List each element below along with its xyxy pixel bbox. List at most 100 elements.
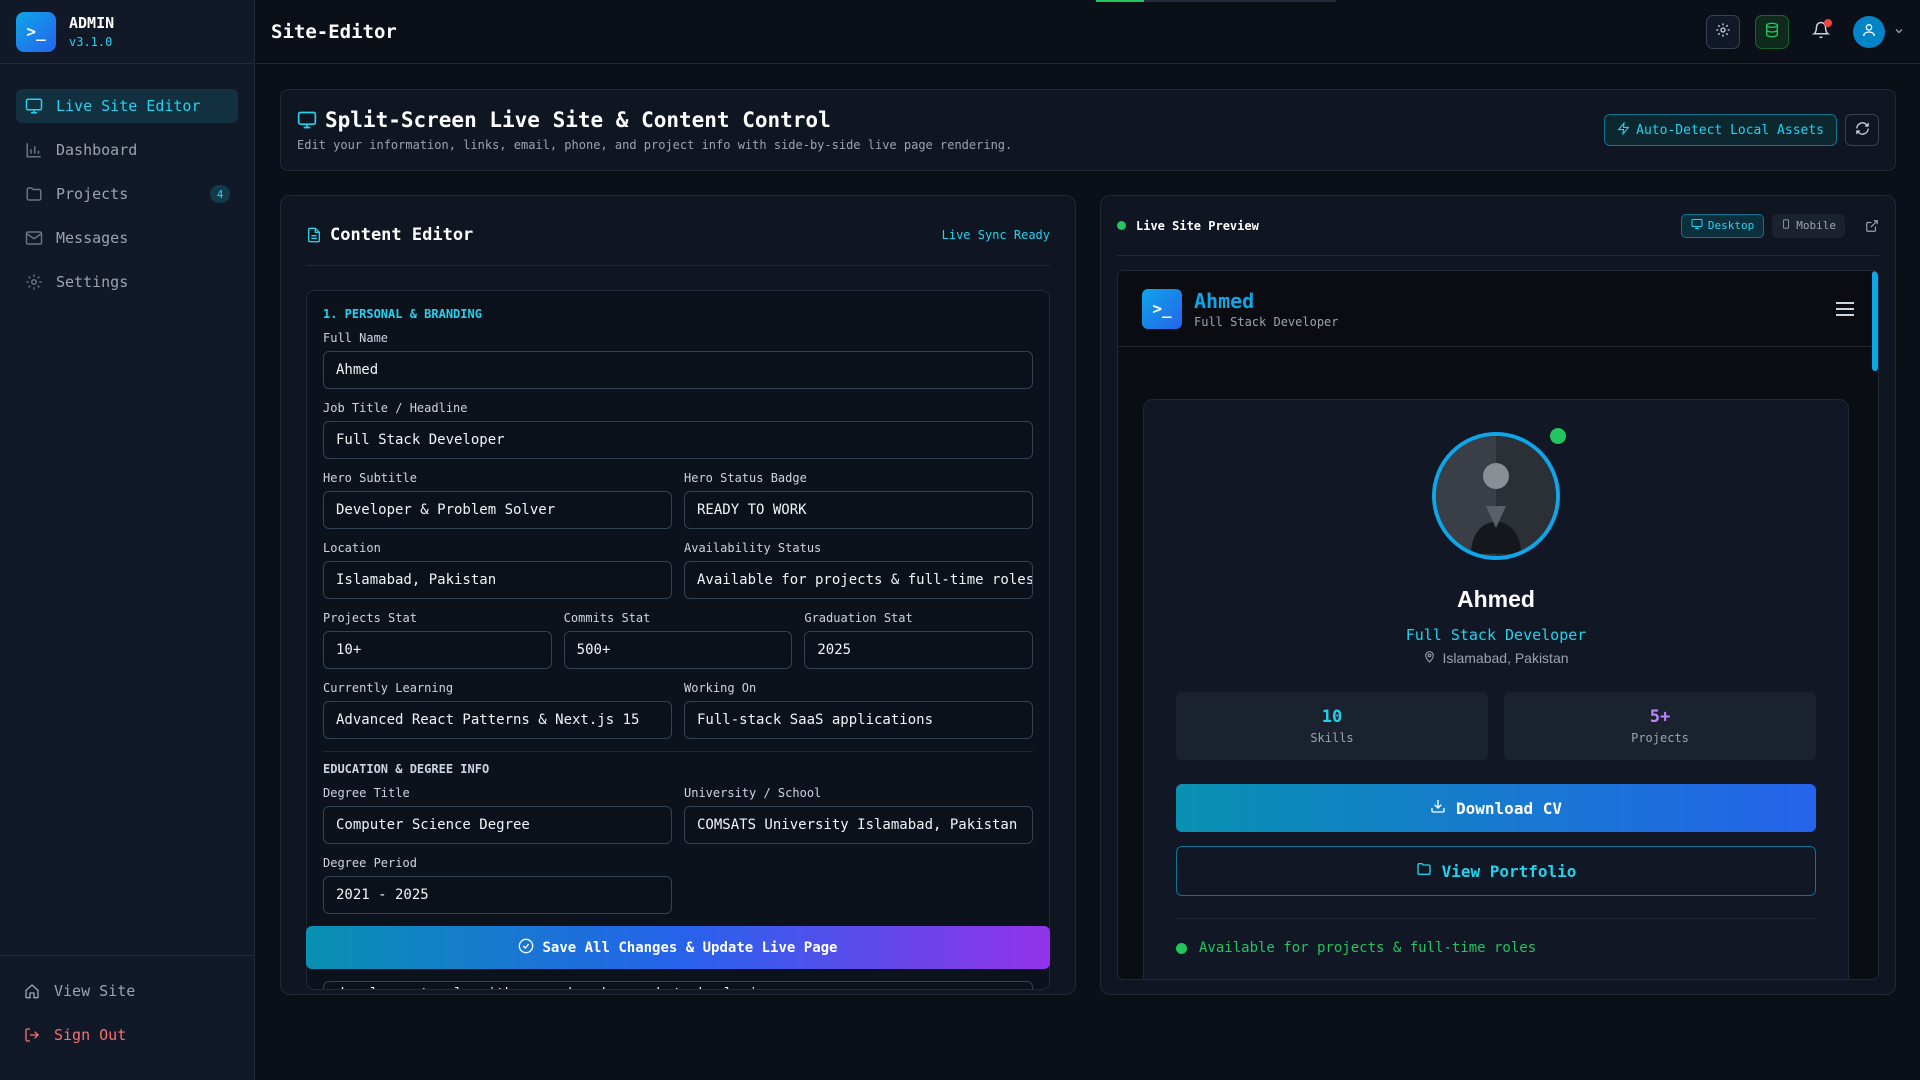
site-name: Ahmed <box>1194 288 1255 313</box>
sidebar-item-settings[interactable]: Settings <box>16 265 238 299</box>
mobile-view-button[interactable]: Mobile <box>1772 213 1845 238</box>
field-label: Degree Title <box>323 786 410 800</box>
working-on-input[interactable]: Full-stack SaaS applications <box>684 701 1033 739</box>
external-link-icon[interactable] <box>1865 219 1879 233</box>
sidebar-item-label: Dashboard <box>56 141 138 159</box>
sidebar: >_ ADMIN v3.1.0 Live Site Editor Dashboa… <box>0 0 255 1080</box>
notifications-button[interactable] <box>1804 15 1838 49</box>
field-label: Commits Stat <box>563 611 651 625</box>
sidebar-nav: Live Site Editor Dashboard Projects 4 Me… <box>0 64 254 334</box>
full-name-input[interactable]: Ahmed <box>323 351 1033 389</box>
hero-location-text: Islamabad, Pakistan <box>1442 650 1569 666</box>
hero-stats: 10 Skills 5+ Projects <box>1176 692 1816 760</box>
field-label: Full Name <box>323 331 389 345</box>
terminal-logo-icon: >_ <box>16 11 56 52</box>
stat-projects: 5+ Projects <box>1504 692 1816 760</box>
home-icon <box>24 983 42 999</box>
mail-icon <box>24 228 44 248</box>
view-site-link[interactable]: View Site <box>16 974 238 1008</box>
auto-detect-assets-button[interactable]: Auto-Detect Local Assets <box>1604 114 1837 146</box>
university-input[interactable]: COMSATS University Islamabad, Pakistan <box>684 806 1033 844</box>
header-title: Split-Screen Live Site & Content Control <box>325 108 831 132</box>
sidebar-item-projects[interactable]: Projects 4 <box>16 177 238 211</box>
save-label: Save All Changes & Update Live Page <box>542 939 838 956</box>
download-cv-button[interactable]: Download CV <box>1176 784 1816 832</box>
site-tagline: Full Stack Developer <box>1194 314 1339 329</box>
avatar <box>1853 15 1885 48</box>
desktop-view-button[interactable]: Desktop <box>1680 213 1765 238</box>
document-icon <box>306 227 322 243</box>
stat-label: Skills <box>1310 731 1354 745</box>
stat-label: Projects <box>1631 731 1689 745</box>
sidebar-item-messages[interactable]: Messages <box>16 221 238 255</box>
site-navbar: >_ Ahmed Full Stack Developer <box>1118 271 1878 347</box>
field-label: University / School <box>684 786 822 800</box>
bio-textarea[interactable]: development, algorithms, and modern web … <box>323 981 1033 989</box>
map-pin-icon <box>1423 650 1436 666</box>
download-icon <box>1430 798 1446 818</box>
availability-status: Available for projects & full-time roles <box>1176 940 1536 956</box>
notification-dot <box>1824 18 1832 27</box>
page-title: Site-Editor <box>271 20 397 43</box>
gear-icon <box>1715 22 1731 42</box>
sidebar-item-label: Live Site Editor <box>56 97 201 115</box>
location-input[interactable]: Islamabad, Pakistan <box>323 561 672 599</box>
preview-scrollbar[interactable] <box>1872 271 1878 371</box>
phone-icon <box>1781 218 1791 233</box>
field-label: Location <box>323 541 381 555</box>
job-title-input[interactable]: Full Stack Developer <box>323 421 1033 459</box>
education-heading: EDUCATION & DEGREE INFO <box>323 751 1033 776</box>
check-circle-icon <box>518 938 534 958</box>
sidebar-footer: View Site Sign Out <box>0 955 254 1080</box>
commits-stat-input[interactable]: 500+ <box>563 631 793 669</box>
field-label: Projects Stat <box>323 611 417 625</box>
database-icon <box>1764 22 1780 42</box>
online-status-dot <box>1548 426 1568 446</box>
sign-out-label: Sign Out <box>54 1026 127 1044</box>
projects-stat-input[interactable]: 10+ <box>323 631 552 669</box>
field-label: Availability Status <box>684 541 822 555</box>
mobile-label: Mobile <box>1796 219 1836 232</box>
database-button[interactable] <box>1755 14 1789 49</box>
content-editor-panel: Content Editor Live Sync Ready 1. PERSON… <box>280 195 1076 995</box>
sign-out-button[interactable]: Sign Out <box>16 1018 238 1052</box>
hero-location: Islamabad, Pakistan <box>1144 650 1848 666</box>
section-title: 1. PERSONAL & BRANDING <box>323 307 482 321</box>
field-label: Working On <box>684 681 757 695</box>
logout-icon <box>24 1027 42 1043</box>
degree-period-input[interactable]: 2021 - 2025 <box>323 876 672 914</box>
field-label: Hero Status Badge <box>684 471 807 485</box>
save-all-changes-button[interactable]: Save All Changes & Update Live Page <box>306 926 1050 969</box>
graduation-stat-input[interactable]: 2025 <box>804 631 1034 669</box>
user-menu-button[interactable] <box>1853 15 1905 48</box>
monitor-icon <box>297 110 317 130</box>
view-portfolio-label: View Portfolio <box>1441 861 1577 881</box>
brand-name: ADMIN <box>69 14 115 32</box>
desktop-label: Desktop <box>1707 219 1755 232</box>
degree-title-input[interactable]: Computer Science Degree <box>323 806 672 844</box>
sidebar-item-label: Messages <box>56 229 129 247</box>
page-header-card: Split-Screen Live Site & Content Control… <box>280 89 1896 171</box>
top-progress-bar <box>1096 0 1336 2</box>
hamburger-menu-icon[interactable] <box>1836 301 1854 316</box>
currently-learning-input[interactable]: Advanced React Patterns & Next.js 15 <box>323 701 672 739</box>
stat-value: 5+ <box>1649 707 1671 727</box>
preview-title: Live Site Preview <box>1136 218 1259 233</box>
hero-status-input[interactable]: READY TO WORK <box>684 491 1033 529</box>
field-label: Hero Subtitle <box>323 471 417 485</box>
refresh-button[interactable] <box>1845 114 1879 146</box>
hero-role: Full Stack Developer <box>1405 626 1587 644</box>
terminal-logo-icon: >_ <box>1142 288 1182 329</box>
availability-input[interactable]: Available for projects & full-time roles <box>684 561 1033 599</box>
sidebar-item-live-site-editor[interactable]: Live Site Editor <box>16 89 238 123</box>
projects-count-badge: 4 <box>210 185 230 203</box>
hero-subtitle-input[interactable]: Developer & Problem Solver <box>323 491 672 529</box>
settings-button[interactable] <box>1706 14 1740 49</box>
view-portfolio-button[interactable]: View Portfolio <box>1176 846 1816 896</box>
monitor-icon <box>1691 218 1703 233</box>
sidebar-item-dashboard[interactable]: Dashboard <box>16 133 238 167</box>
topbar: Site-Editor <box>256 0 1920 64</box>
hero-name: Ahmed <box>1457 586 1535 612</box>
divider <box>1176 918 1816 919</box>
lightning-icon <box>1617 120 1630 139</box>
